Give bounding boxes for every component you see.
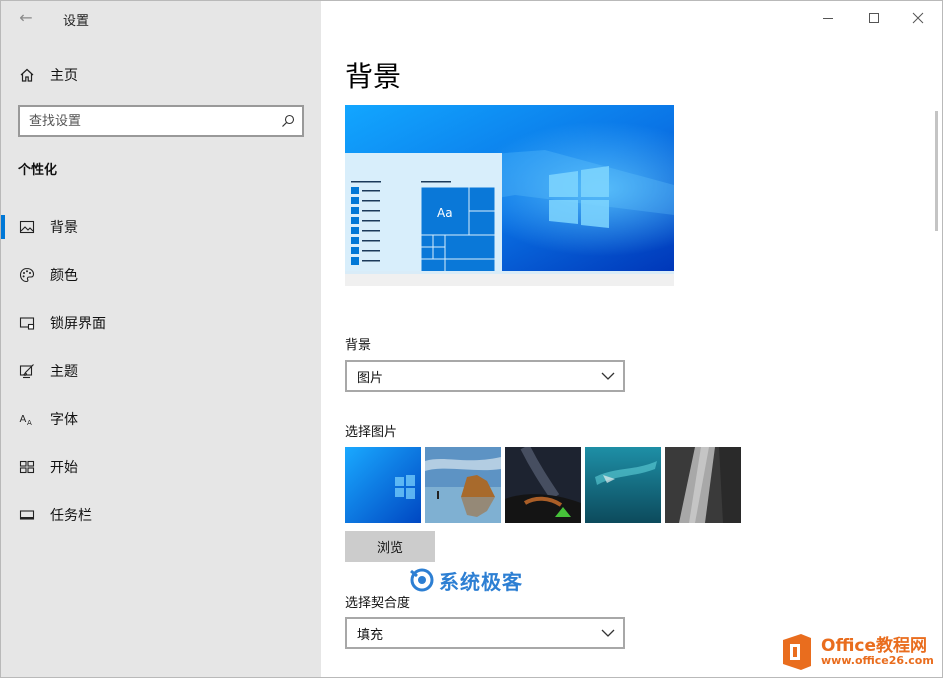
maximize-icon [869, 13, 879, 23]
sidebar-item-label: 主题 [50, 364, 78, 380]
start-grid-icon [19, 460, 35, 474]
preview-image [345, 105, 674, 286]
chevron-down-icon [601, 629, 615, 637]
dropdown-value: 填充 [357, 627, 384, 643]
theme-brush-icon [19, 364, 34, 379]
maximize-button[interactable] [851, 5, 897, 31]
lock-screen-icon [19, 317, 35, 330]
sidebar-item-label: 锁屏界面 [50, 316, 106, 332]
watermark-text: 系统极客 [439, 569, 523, 594]
back-arrow-icon[interactable]: ← [15, 7, 37, 29]
browse-button[interactable]: 浏览 [345, 531, 435, 562]
dropdown-value: 图片 [357, 370, 384, 386]
beach-rock-image [425, 447, 501, 523]
windows-wallpaper-image [345, 447, 421, 523]
settings-window: ← 设置 主页 个性化 背景 [0, 0, 943, 678]
chevron-down-icon [601, 372, 615, 380]
sidebar-item-label: 任务栏 [50, 508, 92, 524]
sidebar: ← 设置 主页 个性化 背景 [1, 1, 321, 677]
search-box[interactable] [18, 105, 304, 137]
palette-icon [19, 267, 35, 283]
sidebar-item-label: 开始 [50, 460, 78, 476]
picture-thumbnails [345, 447, 745, 523]
thumbnail-night-sky[interactable] [505, 447, 581, 523]
home-icon [20, 68, 34, 82]
font-icon: A A [20, 414, 33, 427]
nav-list: 背景 颜色 锁屏界面 主题 A A 字体 开始 任务栏 [1, 203, 321, 539]
fit-dropdown[interactable]: 填充 [345, 617, 625, 649]
page-title: 背景 [345, 60, 402, 93]
sidebar-item-label: 字体 [50, 412, 78, 428]
sidebar-item-start[interactable]: 开始 [1, 443, 321, 491]
office-logo-icon [783, 634, 811, 670]
watermark-title: Office教程网 [821, 635, 928, 656]
watermark-logo-icon [410, 568, 434, 592]
watermark-site2: Office教程网 www.office26.com [779, 628, 941, 676]
sidebar-item-lock-screen[interactable]: 锁屏界面 [1, 299, 321, 347]
svg-text:A: A [20, 414, 27, 425]
watermark-site1: 系统极客 [409, 565, 523, 595]
minimize-icon [823, 18, 833, 19]
minimize-button[interactable] [805, 5, 851, 31]
thumbnail-underwater[interactable] [585, 447, 661, 523]
app-title: 设置 [63, 14, 90, 29]
sidebar-item-taskbar[interactable]: 任务栏 [1, 491, 321, 539]
sidebar-item-label: 颜色 [50, 268, 78, 284]
sidebar-item-label: 背景 [50, 220, 78, 236]
search-icon[interactable] [280, 113, 296, 129]
section-title: 个性化 [18, 163, 58, 178]
watermark-url: www.office26.com [821, 654, 934, 668]
choose-picture-label: 选择图片 [345, 425, 398, 440]
preview-sample-text: Aa [437, 206, 453, 220]
thumbnail-windows[interactable] [345, 447, 421, 523]
close-icon [912, 12, 924, 24]
thumbnail-rock[interactable] [665, 447, 741, 523]
rock-cliff-image [665, 447, 741, 523]
thumbnail-beach[interactable] [425, 447, 501, 523]
picture-icon [19, 220, 35, 234]
sidebar-item-themes[interactable]: 主题 [1, 347, 321, 395]
taskbar-icon [19, 510, 35, 520]
sidebar-item-background[interactable]: 背景 [1, 203, 321, 251]
scrollbar[interactable] [935, 111, 938, 231]
search-input[interactable] [20, 107, 279, 135]
underwater-image [585, 447, 661, 523]
sidebar-item-home[interactable]: 主页 [1, 58, 321, 92]
close-button[interactable] [895, 5, 941, 31]
night-sky-tent-image [505, 447, 581, 523]
background-dropdown[interactable]: 图片 [345, 360, 625, 392]
sidebar-item-fonts[interactable]: A A 字体 [1, 395, 321, 443]
svg-text:A: A [27, 419, 32, 427]
desktop-preview: Aa [345, 105, 674, 286]
background-label: 背景 [345, 338, 372, 353]
sidebar-item-label: 主页 [50, 68, 78, 84]
sidebar-item-colors[interactable]: 颜色 [1, 251, 321, 299]
fit-label: 选择契合度 [345, 596, 411, 611]
